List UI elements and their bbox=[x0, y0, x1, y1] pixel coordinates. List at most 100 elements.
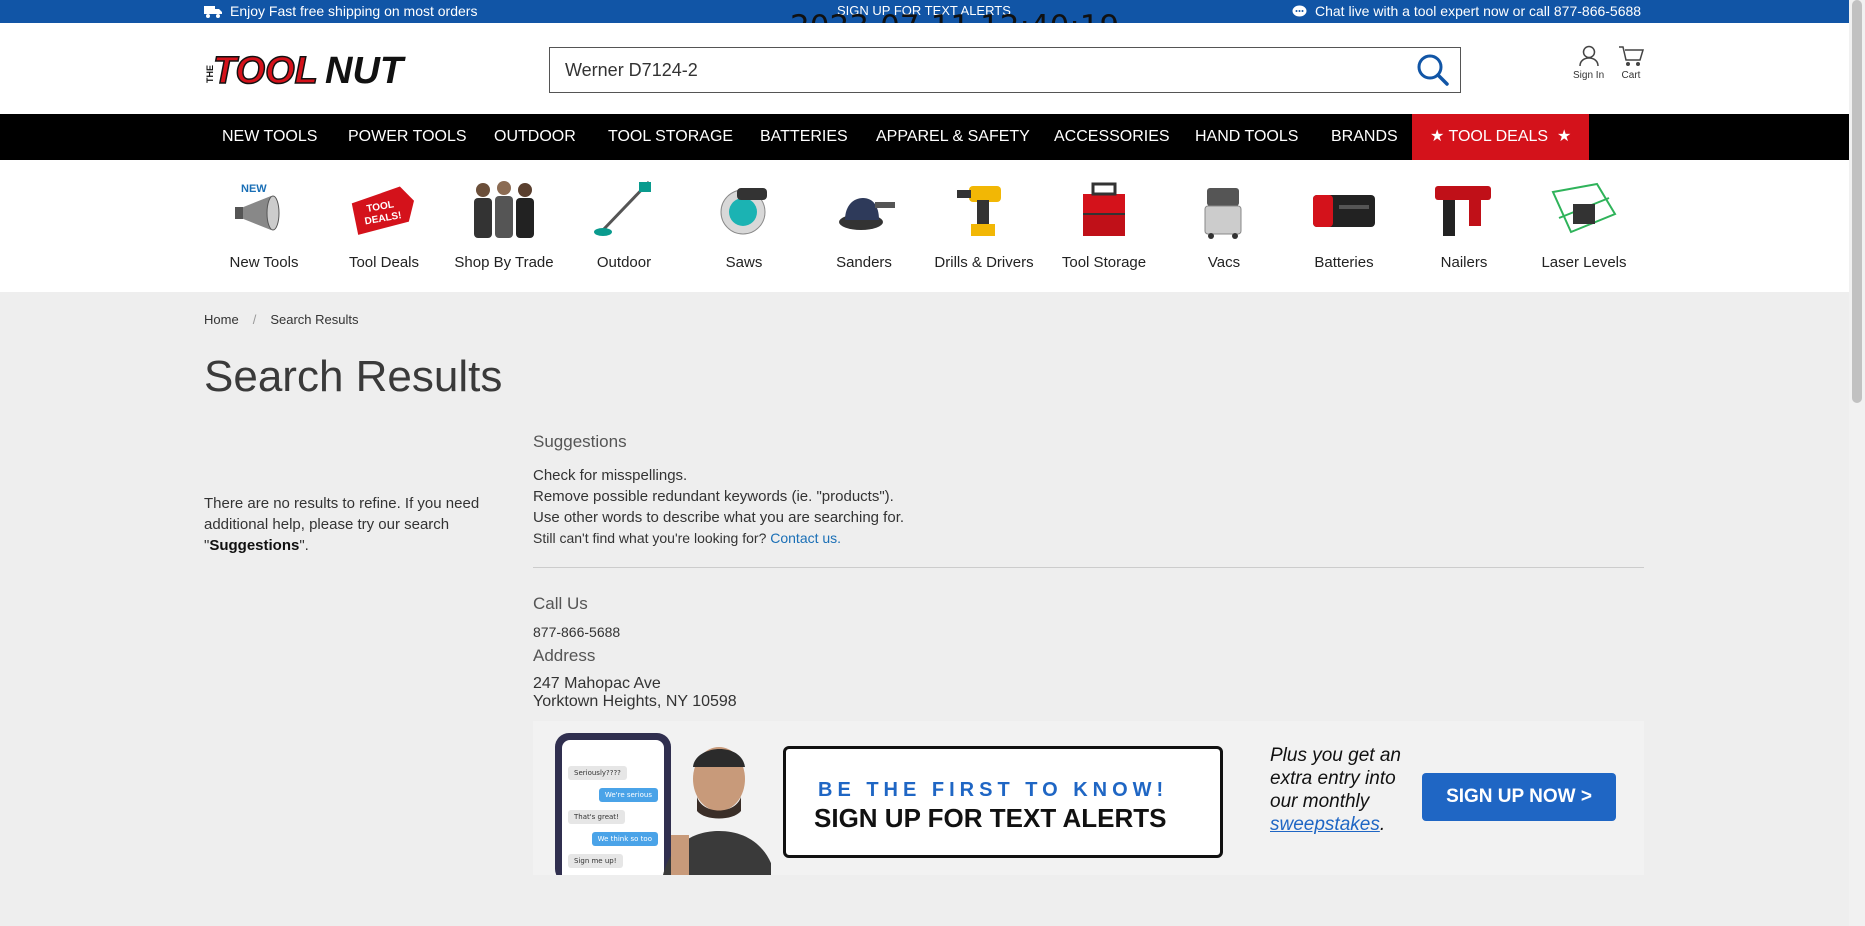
tag-icon: TOOLDEALS! bbox=[351, 186, 415, 235]
search-icon bbox=[1417, 54, 1449, 86]
address-line-1: 247 Mahopac Ave bbox=[533, 675, 661, 692]
nav-tool-storage[interactable]: TOOL STORAGE bbox=[608, 114, 733, 160]
people-icon bbox=[474, 181, 534, 238]
chat-text: Chat live with a tool expert now or call… bbox=[1315, 3, 1642, 19]
cart-icon bbox=[1619, 46, 1644, 66]
chat-link[interactable]: Chat live with a tool expert now or call… bbox=[1292, 3, 1641, 19]
category-tool-storage[interactable]: Tool Storage bbox=[1044, 178, 1164, 271]
category-outdoor[interactable]: Outdoor bbox=[564, 178, 684, 271]
category-new-tools[interactable]: NEW New Tools bbox=[204, 178, 324, 271]
suggestion-item: Remove possible redundant keywords (ie. … bbox=[533, 488, 894, 505]
toolnut-logo[interactable]: THE TOOL NUT bbox=[203, 47, 435, 93]
chat-icon bbox=[1292, 5, 1307, 16]
contact-us-link[interactable]: Contact us. bbox=[770, 530, 841, 546]
category-shop-by-trade[interactable]: Shop By Trade bbox=[444, 178, 564, 271]
megaphone-icon: NEW bbox=[235, 183, 280, 231]
search-box bbox=[549, 47, 1461, 93]
refine-end: ". bbox=[299, 537, 309, 554]
battery-icon bbox=[1313, 195, 1375, 227]
category-batteries[interactable]: Batteries bbox=[1284, 178, 1404, 271]
refine-message: There are no results to refine. If you n… bbox=[204, 493, 504, 556]
still-text: Still can't find what you're looking for… bbox=[533, 530, 767, 546]
phone-number[interactable]: 877-866-5688 bbox=[533, 623, 1644, 642]
nav-brands[interactable]: BRANDS bbox=[1331, 114, 1398, 160]
category-laser-levels[interactable]: Laser Levels bbox=[1524, 178, 1644, 271]
category-nailers[interactable]: Nailers bbox=[1404, 178, 1524, 271]
category-label: Saws bbox=[725, 254, 763, 271]
category-label: Vacs bbox=[1207, 254, 1241, 271]
category-label: New Tools bbox=[229, 254, 299, 271]
laser-level-icon bbox=[1551, 182, 1617, 234]
category-label: Batteries bbox=[1314, 254, 1374, 271]
nav-tool-deals-label: TOOL DEALS bbox=[1448, 128, 1549, 145]
breadcrumb-home[interactable]: Home bbox=[204, 312, 239, 327]
person-photo bbox=[663, 747, 771, 875]
vacuum-icon bbox=[1204, 188, 1242, 239]
category-drills-drivers[interactable]: Drills & Drivers bbox=[924, 178, 1044, 271]
breadcrumb-separator: / bbox=[252, 312, 257, 327]
nav-new-tools[interactable]: NEW TOOLS bbox=[222, 114, 317, 160]
search-help-content: Suggestions Check for misspellings. Remo… bbox=[533, 432, 1644, 711]
call-us-section: Call Us 877-866-5688 bbox=[533, 594, 1644, 642]
category-label: Tool Storage bbox=[1061, 254, 1147, 271]
nailer-icon bbox=[1435, 186, 1491, 236]
star-icon: ★ bbox=[1430, 128, 1445, 145]
search-input[interactable] bbox=[565, 57, 1385, 83]
banner-tagline: BE THE FIRST TO KNOW! bbox=[818, 779, 1169, 801]
sander-icon bbox=[839, 198, 895, 230]
category-label: Shop By Trade bbox=[454, 254, 554, 271]
address-line-2: Yorktown Heights, NY 10598 bbox=[533, 693, 737, 710]
svg-text:TOOL: TOOL bbox=[213, 50, 318, 87]
category-label: Tool Deals bbox=[348, 254, 420, 271]
circular-saw-icon bbox=[720, 188, 767, 235]
category-label: Sanders bbox=[836, 254, 892, 271]
category-label: Nailers bbox=[1440, 254, 1488, 271]
chat-bubble: We think so too bbox=[591, 832, 658, 846]
suggestions-section: Suggestions Check for misspellings. Remo… bbox=[533, 432, 1644, 549]
sign-up-now-button[interactable]: SIGN UP NOW > bbox=[1422, 773, 1616, 821]
category-strip: NEW New Tools TOOL DEALS! Tool Deals Shop… bbox=[0, 160, 1849, 292]
breadcrumb: Home / Search Results bbox=[204, 312, 358, 327]
address-section: Address 247 Mahopac Ave Yorktown Heights… bbox=[533, 646, 1644, 711]
category-label: Laser Levels bbox=[1541, 254, 1627, 271]
sign-in-label: Sign In bbox=[1573, 70, 1605, 81]
star-icon: ★ bbox=[1552, 128, 1572, 145]
nav-power-tools[interactable]: POWER TOOLS bbox=[348, 114, 467, 160]
cart-link[interactable]: Cart bbox=[1618, 45, 1644, 81]
scrollbar-thumb[interactable] bbox=[1852, 0, 1862, 403]
category-vacs[interactable]: Vacs bbox=[1164, 178, 1284, 271]
category-label: Outdoor bbox=[596, 254, 652, 271]
nav-accessories[interactable]: ACCESSORIES bbox=[1054, 114, 1170, 160]
sweepstakes-link[interactable]: sweepstakes bbox=[1270, 814, 1380, 835]
still-cant-find: Still can't find what you're looking for… bbox=[533, 528, 1644, 549]
site-header: THE TOOL NUT Sign In Cart bbox=[0, 23, 1849, 114]
search-button[interactable] bbox=[1416, 53, 1450, 87]
chat-bubble: We're serious bbox=[598, 788, 658, 802]
category-saws[interactable]: Saws bbox=[684, 178, 804, 271]
nav-apparel-safety[interactable]: APPAREL & SAFETY bbox=[876, 114, 1030, 160]
page-title: Search Results bbox=[204, 352, 503, 401]
category-tool-deals[interactable]: TOOL DEALS! Tool Deals bbox=[324, 178, 444, 271]
breadcrumb-current: Search Results bbox=[270, 312, 359, 327]
text-alerts-banner[interactable]: Seriously???? We're serious That's great… bbox=[533, 721, 1644, 875]
sign-in-link[interactable]: Sign In bbox=[1573, 45, 1604, 81]
user-icon bbox=[1578, 45, 1599, 67]
nav-hand-tools[interactable]: HAND TOOLS bbox=[1195, 114, 1298, 160]
nav-tool-deals[interactable]: ★ TOOL DEALS ★ bbox=[1412, 114, 1590, 160]
shipping-notice[interactable]: Enjoy Fast free shipping on most orders bbox=[204, 3, 477, 19]
trimmer-icon bbox=[594, 180, 651, 236]
page-scrollbar[interactable] bbox=[1849, 0, 1865, 926]
nav-batteries[interactable]: BATTERIES bbox=[760, 114, 848, 160]
svg-text:NEW: NEW bbox=[241, 183, 267, 195]
alert-message-box: BE THE FIRST TO KNOW! SIGN UP FOR TEXT A… bbox=[783, 746, 1223, 858]
svg-text:NUT: NUT bbox=[325, 50, 406, 87]
promo-end: . bbox=[1379, 814, 1386, 835]
phone-illustration: Seriously???? We're serious That's great… bbox=[555, 733, 671, 875]
category-sanders[interactable]: Sanders bbox=[804, 178, 924, 271]
main-nav: NEW TOOLS POWER TOOLS OUTDOOR TOOL STORA… bbox=[0, 114, 1849, 160]
suggestion-item: Use other words to describe what you are… bbox=[533, 509, 905, 526]
call-us-heading: Call Us bbox=[533, 594, 588, 613]
shipping-text: Enjoy Fast free shipping on most orders bbox=[230, 3, 478, 19]
nav-outdoor[interactable]: OUTDOOR bbox=[494, 114, 576, 160]
drill-icon bbox=[957, 186, 1001, 236]
